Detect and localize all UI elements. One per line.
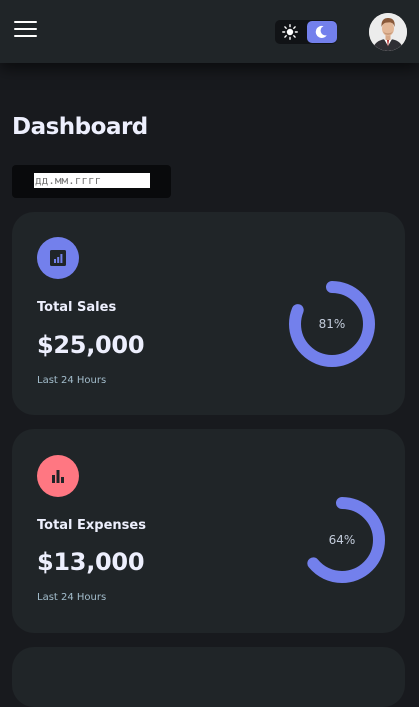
- hamburger-menu-icon[interactable]: [14, 20, 38, 38]
- date-input[interactable]: [34, 173, 150, 188]
- card-label: Total Sales: [37, 300, 117, 315]
- profile-avatar[interactable]: [369, 13, 407, 51]
- card-subtitle: Last 24 Hours: [37, 375, 107, 386]
- date-filter: [12, 165, 171, 198]
- light-mode-option[interactable]: [276, 21, 306, 43]
- next-card: [12, 647, 405, 707]
- sun-icon: [282, 24, 298, 40]
- progress-ring: 64%: [296, 494, 388, 586]
- dark-mode-option[interactable]: [307, 21, 337, 43]
- sales-icon-badge: [37, 237, 79, 279]
- total-expenses-card: Total Expenses $13,000 Last 24 Hours 64%: [12, 429, 405, 633]
- card-value: $13,000: [37, 548, 145, 576]
- card-subtitle: Last 24 Hours: [37, 592, 107, 603]
- profile-photo: [369, 13, 407, 51]
- progress-percent: 64%: [328, 533, 356, 547]
- card-value: $25,000: [37, 331, 145, 359]
- bar-chart-icon: [52, 470, 64, 483]
- progress-percent: 81%: [318, 317, 346, 331]
- progress-ring: 81%: [286, 278, 378, 370]
- analytics-icon: [50, 250, 66, 266]
- theme-toggle[interactable]: [275, 20, 337, 44]
- card-label: Total Expenses: [37, 518, 146, 533]
- total-sales-card: Total Sales $25,000 Last 24 Hours 81%: [12, 212, 405, 415]
- top-bar: [0, 0, 419, 63]
- moon-icon: [315, 25, 327, 38]
- page-title: Dashboard: [12, 114, 148, 140]
- expenses-icon-badge: [37, 455, 79, 497]
